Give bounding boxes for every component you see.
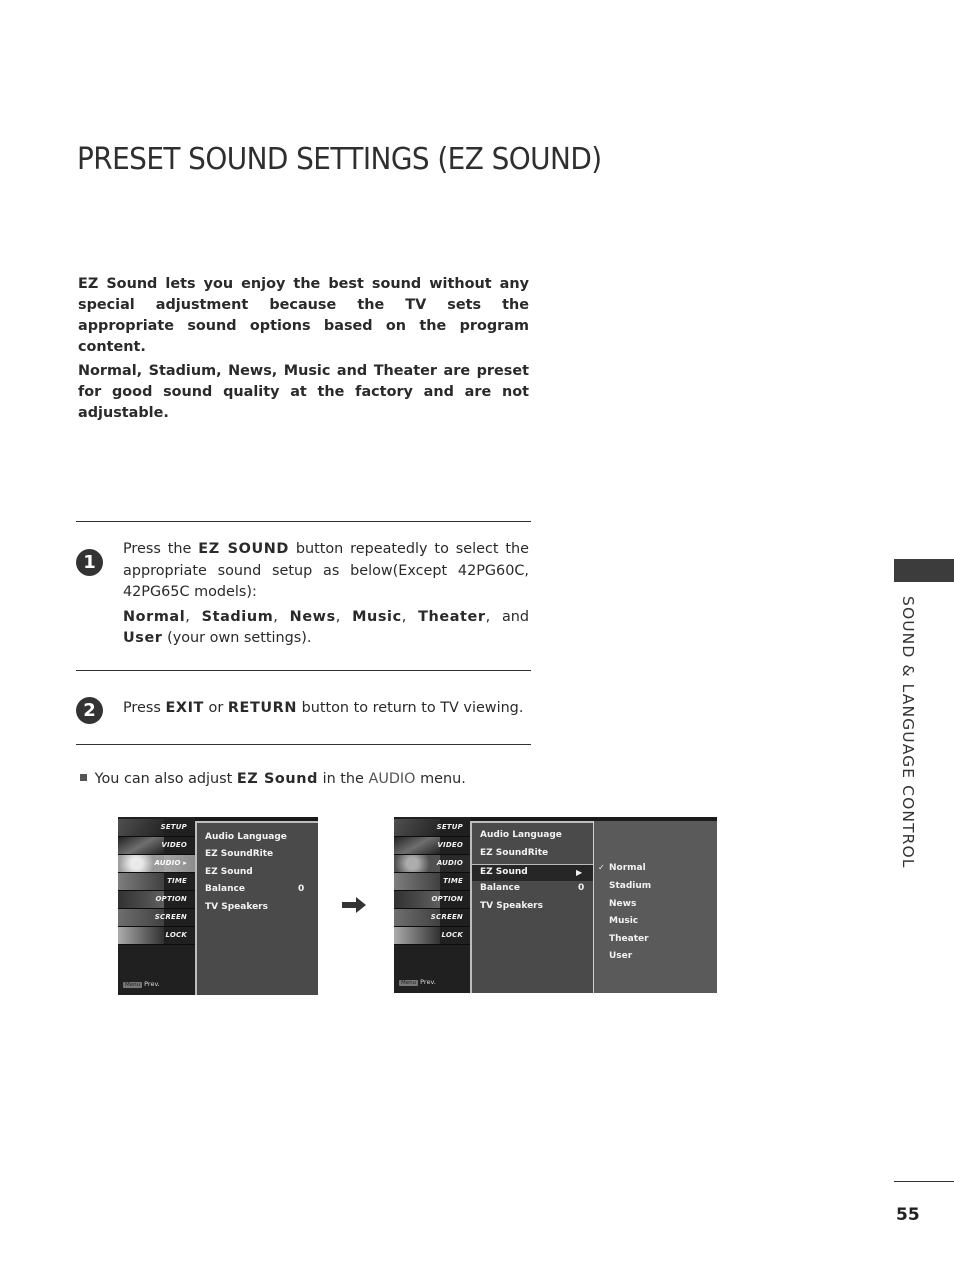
submenu-option-normal[interactable]: ✓ Normal (598, 863, 646, 873)
option-normal: Normal (123, 608, 186, 625)
intro-paragraph-2: Normal, Stadium, News, Music and Theater… (78, 363, 529, 421)
osd-audio-panel: Audio Language EZ SoundRite EZ Sound ▶ Ba… (470, 821, 594, 993)
submenu-arrow-icon: ▶ (576, 868, 583, 877)
osd-category-lock[interactable]: LOCK (394, 927, 471, 945)
ez-sound-key: EZ SOUND (198, 541, 289, 557)
right-arrow-icon (342, 897, 366, 913)
prev-label: Prev. (144, 980, 160, 988)
osd-category-screen[interactable]: SCREEN (118, 909, 195, 927)
osd-item-balance[interactable]: Balance 0 (205, 884, 305, 894)
osd-category-list: SETUP VIDEO AUDIO ▸ TIME OPTION SCREEN L… (118, 817, 195, 995)
osd-item-ez-sound[interactable]: EZ Sound (205, 867, 253, 877)
option-theater: Theater (418, 608, 486, 625)
osd-category-setup[interactable]: SETUP (118, 819, 195, 837)
osd-category-audio[interactable]: AUDIO ▸ (118, 855, 195, 873)
osd-category-video[interactable]: VIDEO (394, 837, 471, 855)
option-news: News (289, 608, 336, 625)
osd-item-audio-language[interactable]: Audio Language (480, 830, 562, 840)
osd-audio-panel: Audio Language EZ SoundRite EZ Sound Bal… (195, 821, 318, 995)
bullet-square-icon (80, 774, 87, 781)
balance-value: 0 (298, 884, 305, 894)
step-1-text: Press the EZ SOUND button repeatedly to … (123, 539, 529, 650)
note-ez-sound: EZ Sound (236, 771, 318, 787)
step-2-text: Press EXIT or RETURN button to return to… (123, 698, 543, 720)
divider (76, 744, 531, 745)
osd-category-option[interactable]: OPTION (118, 891, 195, 909)
balance-value: 0 (578, 883, 585, 893)
osd-item-ez-sound-selected[interactable]: EZ Sound ▶ (472, 864, 594, 881)
setup-thumb-icon (394, 819, 440, 836)
lock-thumb-icon (118, 927, 164, 944)
prev-label: Prev. (420, 978, 436, 986)
audio-thumb-icon (394, 855, 440, 872)
intro-text: EZ Sound lets you enjoy the best sound w… (78, 274, 529, 427)
note-lead: You can also adjust (94, 771, 233, 787)
osd-menu-ez-sound: SETUP VIDEO AUDIO TIME OPTION SCREEN LOC… (394, 817, 717, 993)
exit-key: EXIT (165, 700, 204, 716)
intro-paragraph-1: EZ Sound lets you enjoy the best sound w… (78, 276, 529, 355)
divider (76, 521, 531, 522)
option-stadium: Stadium (201, 608, 274, 625)
time-thumb-icon (394, 873, 440, 890)
step-2-desc: button to return to TV viewing. (301, 700, 524, 716)
submenu-option-theater[interactable]: Theater (609, 934, 649, 944)
osd-item-balance[interactable]: Balance 0 (480, 883, 586, 893)
divider (76, 670, 531, 671)
step-1-lead: Press the (123, 541, 192, 557)
page-number: 55 (896, 1205, 920, 1225)
step-1-suffix: (your own settings). (167, 630, 312, 646)
osd-category-screen[interactable]: SCREEN (394, 909, 471, 927)
osd-category-video[interactable]: VIDEO (118, 837, 195, 855)
note-mid: in the (322, 771, 364, 787)
osd-category-time[interactable]: TIME (394, 873, 471, 891)
checkmark-icon: ✓ (598, 863, 605, 872)
osd-item-tv-speakers[interactable]: TV Speakers (480, 901, 543, 911)
video-thumb-icon (394, 837, 440, 854)
section-tab-label: SOUND & LANGUAGE CONTROL (899, 596, 917, 869)
menu-key: Menu (123, 982, 143, 988)
submenu-option-news[interactable]: News (609, 899, 636, 909)
sound-options-list: Normal, Stadium, News, Music, Theater, a… (123, 608, 530, 647)
step-2-lead: Press (123, 700, 161, 716)
note-end: menu. (420, 771, 466, 787)
and-word: and (501, 608, 530, 625)
or-word: or (208, 700, 224, 716)
setup-thumb-icon (118, 819, 164, 836)
osd-category-audio[interactable]: AUDIO (394, 855, 471, 873)
video-thumb-icon (118, 837, 164, 854)
osd-category-lock[interactable]: LOCK (118, 927, 195, 945)
submenu-option-user[interactable]: User (609, 951, 632, 961)
footer-divider (894, 1181, 954, 1182)
osd-item-audio-language[interactable]: Audio Language (205, 832, 287, 842)
option-music: Music (352, 608, 402, 625)
step-1-badge: 1 (76, 549, 103, 576)
submenu-option-music[interactable]: Music (609, 916, 638, 926)
tip-note: You can also adjust EZ Sound in the AUDI… (80, 771, 466, 787)
step-2-badge: 2 (76, 697, 103, 724)
lock-thumb-icon (394, 927, 440, 944)
osd-footer: Menu Prev. (123, 980, 160, 988)
note-audio-menu: AUDIO (368, 771, 416, 787)
section-tab-marker (894, 559, 954, 582)
osd-category-option[interactable]: OPTION (394, 891, 471, 909)
osd-menu-audio: SETUP VIDEO AUDIO ▸ TIME OPTION SCREEN L… (118, 817, 318, 995)
time-thumb-icon (118, 873, 164, 890)
return-key: RETURN (227, 700, 297, 716)
option-user: User (123, 630, 163, 646)
osd-item-tv-speakers[interactable]: TV Speakers (205, 902, 268, 912)
submenu-option-stadium[interactable]: Stadium (609, 881, 651, 891)
osd-category-list: SETUP VIDEO AUDIO TIME OPTION SCREEN LOC… (394, 817, 471, 993)
osd-item-ez-soundrite[interactable]: EZ SoundRite (480, 848, 548, 858)
osd-ez-sound-submenu: ✓ Normal Stadium News Music Theater User (593, 821, 717, 993)
osd-category-time[interactable]: TIME (118, 873, 195, 891)
menu-key: Menu (399, 980, 419, 986)
osd-category-setup[interactable]: SETUP (394, 819, 471, 837)
page-title: PRESET SOUND SETTINGS (EZ SOUND) (77, 142, 602, 177)
osd-footer: Menu Prev. (399, 978, 436, 986)
osd-item-ez-soundrite[interactable]: EZ SoundRite (205, 849, 273, 859)
